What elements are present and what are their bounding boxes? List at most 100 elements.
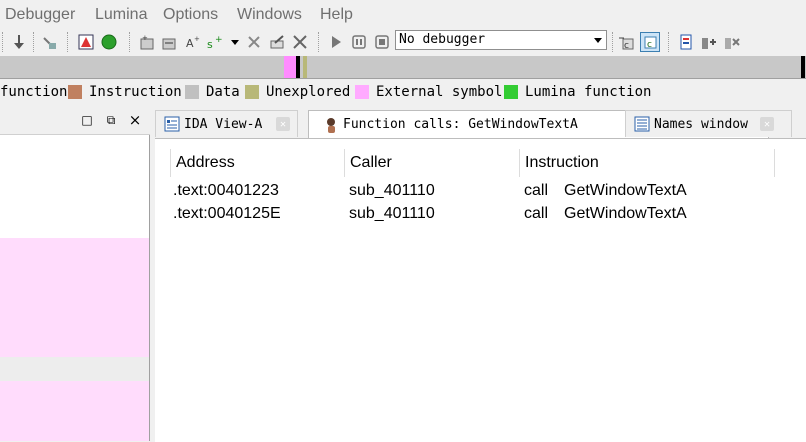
toolbar-separator xyxy=(2,32,4,52)
run-to-cursor-icon[interactable] xyxy=(40,33,58,51)
svg-text:c: c xyxy=(647,40,652,50)
svg-text:+: + xyxy=(142,34,148,42)
nav-band-end-marker xyxy=(801,56,805,78)
cell-address: .text:0040125E xyxy=(173,205,281,222)
menu-windows[interactable]: Windows xyxy=(237,6,302,24)
green-circle-icon[interactable] xyxy=(100,33,118,51)
report-icon[interactable] xyxy=(677,33,695,51)
table-row[interactable]: .text:00401223 sub_401110 call GetWindow… xyxy=(173,179,793,203)
svg-text:+: + xyxy=(194,35,200,43)
menu-bar: Debugger Lumina Options Windows Help xyxy=(0,0,806,30)
toolbar-separator xyxy=(33,32,35,52)
chevron-down-icon xyxy=(594,38,602,43)
tab-bar: IDA View-A ✕ Function calls: GetWindowTe… xyxy=(155,110,806,138)
table-row[interactable]: .text:0040125E sub_401110 call GetWindow… xyxy=(173,202,793,226)
cell-operand: GetWindowTextA xyxy=(564,182,687,199)
close-tab-icon[interactable]: ✕ xyxy=(276,117,290,131)
cell-mnemonic: call xyxy=(524,205,549,222)
legend-item-instruction: Instruction xyxy=(68,84,182,100)
legend-item-lumina-function: Lumina function xyxy=(504,84,651,100)
close-icon[interactable]: × xyxy=(128,112,142,128)
tab-names-window[interactable]: Names window ✕ xyxy=(625,110,792,137)
left-panel: □ ⧉ × xyxy=(0,108,150,441)
legend-swatch xyxy=(68,85,82,99)
rename-icon[interactable] xyxy=(268,33,286,51)
legend-label: Lumina function xyxy=(525,84,652,100)
column-header-address[interactable]: Address xyxy=(170,149,345,177)
dropdown-arrow-icon[interactable] xyxy=(226,33,244,51)
person-icon xyxy=(323,117,339,133)
external-symbol-region xyxy=(0,238,149,357)
tab-label: IDA View-A xyxy=(184,116,263,132)
menu-help[interactable]: Help xyxy=(320,6,353,24)
legend-swatch xyxy=(245,85,259,99)
menu-lumina[interactable]: Lumina xyxy=(95,6,147,24)
nav-band-cursor-marker xyxy=(296,56,300,78)
start-process-icon[interactable] xyxy=(327,33,345,51)
pause-process-icon[interactable] xyxy=(350,33,368,51)
external-symbol-region xyxy=(0,381,149,441)
close-tab-icon[interactable]: ✕ xyxy=(760,117,774,131)
toolbar-separator xyxy=(668,32,670,52)
breakpoint-remove-icon[interactable] xyxy=(723,33,741,51)
legend-item-external-symbol: External symbol xyxy=(355,84,502,100)
legend-swatch xyxy=(185,85,199,99)
attach-process-icon[interactable]: c xyxy=(617,33,635,51)
toolbar-separator xyxy=(318,32,320,52)
menu-options[interactable]: Options xyxy=(163,6,218,24)
svg-text:A: A xyxy=(186,37,194,50)
toolbar: + A + s + No debugger c c xyxy=(0,30,806,54)
toolbar-separator xyxy=(129,32,131,52)
tab-ida-view-a[interactable]: IDA View-A ✕ xyxy=(155,110,298,137)
names-icon xyxy=(634,116,650,132)
tab-label: Names window xyxy=(654,116,748,132)
make-array-icon[interactable]: s + xyxy=(205,33,223,51)
svg-text:s: s xyxy=(207,38,213,50)
undefine-icon[interactable] xyxy=(245,33,263,51)
legend-label: Unexplored xyxy=(266,84,351,100)
graph-view-icon[interactable] xyxy=(77,33,95,51)
legend-label: External symbol xyxy=(376,84,503,100)
cell-operand: GetWindowTextA xyxy=(564,205,687,222)
cell-address: .text:00401223 xyxy=(173,182,279,199)
toolbar-separator xyxy=(612,32,614,52)
restore-icon[interactable]: ⧉ xyxy=(104,112,118,128)
menu-debugger[interactable]: Debugger xyxy=(5,6,75,24)
data-region xyxy=(0,357,149,381)
cell-mnemonic: call xyxy=(524,182,549,199)
make-code-icon[interactable]: + xyxy=(138,33,156,51)
debugger-options-icon[interactable]: c xyxy=(640,32,660,52)
tab-label: Function calls: GetWindowTextA xyxy=(343,117,578,132)
legend-item-function: function xyxy=(0,84,67,100)
make-data-icon[interactable] xyxy=(160,33,178,51)
legend-item-data: Data xyxy=(185,84,240,100)
nav-band-unexplored-segment xyxy=(303,56,307,78)
disassembly-icon xyxy=(164,116,180,132)
cell-caller: sub_401110 xyxy=(349,182,435,199)
legend-label: Instruction xyxy=(89,84,182,100)
debugger-select-value: No debugger xyxy=(399,32,486,47)
make-string-icon[interactable]: A + xyxy=(183,33,201,51)
maximize-icon[interactable]: □ xyxy=(80,112,94,128)
svg-text:c: c xyxy=(624,41,629,50)
legend-swatch xyxy=(355,85,369,99)
navigation-band[interactable] xyxy=(0,56,806,79)
legend-swatch xyxy=(504,85,518,99)
column-header-caller[interactable]: Caller xyxy=(345,149,520,177)
debugger-select[interactable]: No debugger xyxy=(395,30,607,50)
legend-item-unexplored: Unexplored xyxy=(245,84,350,100)
breakpoint-add-icon[interactable] xyxy=(700,33,718,51)
legend-label: function xyxy=(0,84,68,100)
delete-icon[interactable] xyxy=(291,33,309,51)
column-header-instruction[interactable]: Instruction xyxy=(520,149,775,177)
toolbar-separator xyxy=(67,32,69,52)
svg-text:+: + xyxy=(215,35,222,45)
left-panel-body[interactable] xyxy=(0,135,150,441)
color-legend: function Instruction Data Unexplored Ext… xyxy=(0,80,806,106)
function-calls-view: Address Caller Instruction .text:0040122… xyxy=(155,138,806,442)
stop-process-icon[interactable] xyxy=(373,33,391,51)
table-header: Address Caller Instruction xyxy=(170,149,775,177)
cell-caller: sub_401110 xyxy=(349,205,435,222)
step-into-icon[interactable] xyxy=(10,33,28,51)
left-panel-header: □ ⧉ × xyxy=(0,108,150,135)
